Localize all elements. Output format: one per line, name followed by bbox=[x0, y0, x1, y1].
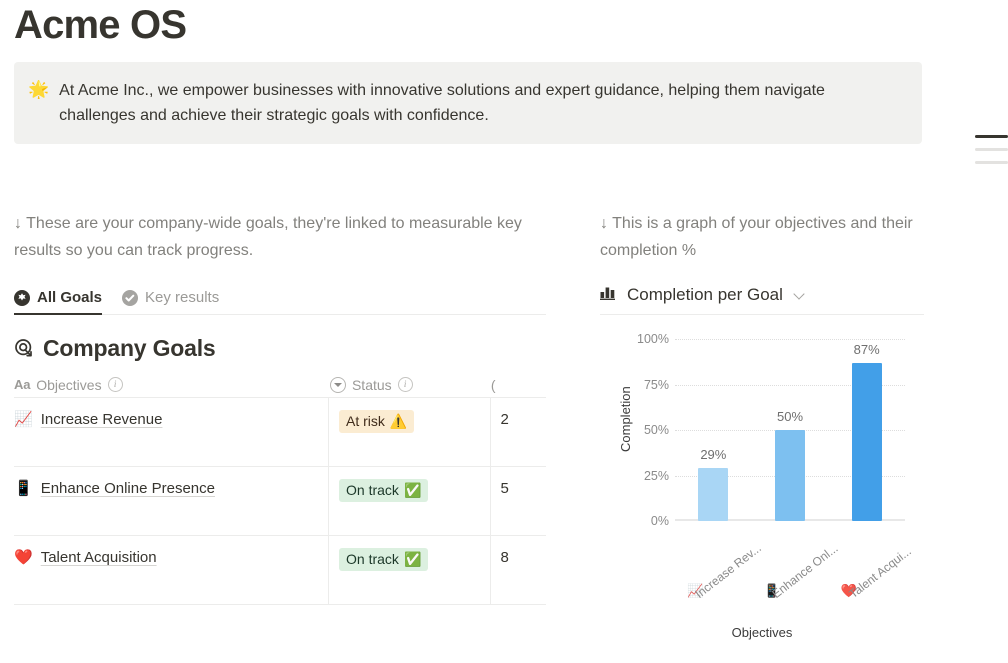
red-heart-emoji: ❤️ bbox=[14, 549, 33, 566]
chart-bar[interactable] bbox=[698, 468, 729, 521]
chart-y-axis-label: Completion bbox=[618, 386, 633, 452]
check-circle-icon bbox=[122, 289, 139, 306]
goal-target-arrow-icon bbox=[14, 338, 35, 359]
goals-intro-text: ↓ These are your company-wide goals, the… bbox=[14, 215, 522, 259]
column-header-status[interactable]: Status i bbox=[329, 376, 491, 393]
app-page: Acme OS 🌟 At Acme Inc., we empower busin… bbox=[0, 0, 1008, 663]
tab-all-goals-label: All Goals bbox=[37, 289, 103, 306]
mission-callout-text: At Acme Inc., we empower businesses with… bbox=[59, 82, 825, 124]
chart-bar-value-label: 29% bbox=[700, 447, 727, 463]
chart-y-tick-label: 75% bbox=[643, 377, 669, 392]
status-badge-label: On track bbox=[346, 551, 399, 567]
goals-table-header: Aa Objectives i Status i ( bbox=[14, 372, 546, 398]
table-row[interactable]: 📱 Enhance Online Presence On track ✅ 5 bbox=[14, 467, 546, 536]
chart-bar[interactable] bbox=[851, 362, 882, 521]
chart-y-tick-label: 0% bbox=[650, 514, 669, 528]
check-mark-emoji: ✅ bbox=[403, 551, 422, 567]
toc-line-3[interactable] bbox=[975, 161, 1008, 164]
tab-key-results[interactable]: Key results bbox=[122, 289, 219, 314]
check-mark-emoji: ✅ bbox=[403, 482, 422, 498]
row-completion-cell[interactable]: 8 bbox=[489, 536, 546, 604]
mobile-phone-emoji: 📱 bbox=[14, 480, 33, 497]
column-header-objectives[interactable]: Aa Objectives i bbox=[14, 377, 330, 393]
tab-all-goals[interactable]: All Goals bbox=[14, 289, 103, 315]
row-completion-value: 8 bbox=[500, 549, 509, 566]
table-of-contents[interactable] bbox=[974, 135, 1008, 164]
chart-y-tick-label: 50% bbox=[643, 423, 669, 437]
status-badge-label: On track bbox=[346, 482, 399, 498]
column-header-status-label: Status bbox=[351, 376, 392, 393]
chevron-down-icon[interactable] bbox=[795, 289, 806, 300]
toc-line-active[interactable] bbox=[975, 135, 1008, 138]
info-icon[interactable]: i bbox=[107, 377, 123, 392]
company-goals-heading: Company Goals bbox=[14, 335, 546, 362]
chart-plot-area: 0% 25% 50% 75% 100% 29% 📈 Increase Rev... 50% 📱 En… bbox=[637, 332, 914, 601]
table-row[interactable]: 📈 Increase Revenue At risk ⚠️ 2 bbox=[14, 398, 546, 467]
row-completion-cell[interactable]: 5 bbox=[489, 467, 546, 535]
star-badge-icon bbox=[14, 289, 30, 306]
row-objective-cell[interactable]: ❤️ Talent Acquisition bbox=[14, 536, 328, 604]
status-badge: On track ✅ bbox=[339, 479, 429, 502]
row-status-cell[interactable]: On track ✅ bbox=[328, 536, 490, 604]
column-header-objectives-label: Objectives bbox=[36, 376, 102, 393]
toc-line-2[interactable] bbox=[975, 148, 1008, 151]
goals-table: Aa Objectives i Status i ( 📈 Increase Re… bbox=[14, 372, 546, 605]
chart-bar-value-label: 87% bbox=[853, 341, 880, 357]
row-completion-value: 2 bbox=[500, 411, 509, 428]
select-caret-icon bbox=[329, 376, 346, 393]
chart-x-category-label: Talent Acqui... bbox=[846, 543, 914, 601]
page-title: Acme OS bbox=[14, 3, 187, 47]
bar-chart-icon bbox=[600, 284, 618, 305]
info-icon[interactable]: i bbox=[397, 377, 413, 392]
column-header-completion[interactable]: ( bbox=[491, 377, 546, 393]
goals-tabs: All Goals Key results bbox=[14, 282, 546, 315]
company-goals-title: Company Goals bbox=[43, 335, 216, 361]
row-completion-cell[interactable]: 2 bbox=[489, 398, 546, 466]
table-row[interactable]: ❤️ Talent Acquisition On track ✅ 8 bbox=[14, 536, 546, 605]
chart-column: ↓ This is a graph of your objectives and… bbox=[600, 210, 924, 647]
status-badge: On track ✅ bbox=[339, 548, 429, 571]
completion-bar-chart: Completion 0% 25% 50% 75% 100% 29% 📈 Increase R… bbox=[600, 327, 924, 647]
chart-y-tick-label: 100% bbox=[637, 332, 669, 346]
status-badge: At risk ⚠️ bbox=[339, 410, 415, 433]
row-objective-cell[interactable]: 📱 Enhance Online Presence bbox=[14, 467, 328, 535]
row-objective-title[interactable]: Enhance Online Presence bbox=[41, 479, 215, 499]
mission-callout: 🌟 At Acme Inc., we empower businesses wi… bbox=[14, 62, 922, 144]
chart-bar-value-label: 50% bbox=[776, 409, 804, 424]
tab-key-results-label: Key results bbox=[145, 289, 220, 306]
chart-increasing-emoji: 📈 bbox=[14, 411, 33, 428]
row-objective-title[interactable]: Talent Acquisition bbox=[41, 548, 157, 568]
chart-title-label: Completion per Goal bbox=[627, 284, 783, 304]
chart-x-axis-label: Objectives bbox=[731, 625, 793, 640]
text-type-icon: Aa bbox=[14, 377, 31, 392]
chart-bar[interactable] bbox=[775, 430, 805, 521]
chart-gridline bbox=[675, 339, 905, 340]
chart-x-category-label: Enhance Onl... bbox=[769, 541, 841, 601]
chart-intro-text: ↓ This is a graph of your objectives and… bbox=[600, 215, 913, 259]
status-badge-label: At risk bbox=[346, 413, 385, 429]
row-status-cell[interactable]: On track ✅ bbox=[328, 467, 490, 535]
row-objective-cell[interactable]: 📈 Increase Revenue bbox=[14, 398, 328, 466]
chart-header[interactable]: Completion per Goal bbox=[600, 284, 924, 315]
column-header-completion-label: ( bbox=[490, 376, 496, 393]
row-objective-title[interactable]: Increase Revenue bbox=[41, 410, 163, 430]
sparkle-star-emoji: 🌟 bbox=[28, 80, 50, 99]
row-status-cell[interactable]: At risk ⚠️ bbox=[328, 398, 490, 466]
warning-emoji: ⚠️ bbox=[389, 413, 408, 429]
row-completion-value: 5 bbox=[500, 480, 509, 497]
chart-y-tick-label: 25% bbox=[643, 468, 669, 483]
chart-x-category-label: Increase Rev... bbox=[692, 540, 765, 601]
goals-column: ↓ These are your company-wide goals, the… bbox=[14, 210, 546, 605]
